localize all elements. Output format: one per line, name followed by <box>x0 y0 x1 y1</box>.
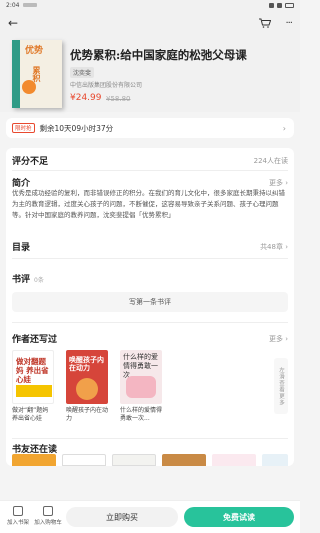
intro-text: 优秀是成功经验的复利，而非错误修正的积分。在我们的育儿文化中，很多家庭长期秉持以… <box>12 189 285 219</box>
author-tag[interactable]: 沈奕斐 <box>70 67 95 78</box>
work-item[interactable]: 什么样的爱情得勇敢一次 什么样的爱情得勇敢一次... <box>120 350 162 423</box>
original-price: ¥58.80 <box>106 95 131 103</box>
friend-book-cover[interactable] <box>62 454 106 466</box>
works-more-link[interactable]: 更多 › <box>269 334 288 344</box>
divider <box>12 258 288 259</box>
work-cover: 做对翻题妈 养出省心娃 <box>12 350 54 404</box>
friend-book-cover[interactable] <box>212 454 256 466</box>
work-cover-title: 唤醒孩子内在动力 <box>69 356 104 372</box>
cart-icon[interactable] <box>259 18 272 28</box>
work-cover-title: 做对翻题妈 养出省心娃 <box>16 357 49 384</box>
book-title: 优势累积:给中国家庭的松弛父母课 <box>70 48 247 62</box>
divider <box>12 322 288 323</box>
friend-book-cover[interactable] <box>112 454 156 466</box>
work-name: 什么样的爱情得勇敢一次... <box>120 407 163 422</box>
battery-icon <box>285 2 294 8</box>
divider <box>12 170 288 171</box>
friend-book-cover[interactable] <box>262 454 288 466</box>
work-item[interactable]: 唤醒孩子内在动力 唤醒孩子内在动力 <box>66 350 108 423</box>
friends-reading-list <box>6 454 294 466</box>
work-cover-art <box>76 378 98 400</box>
reviews-title: 书评 0条 <box>12 272 44 285</box>
author-works-list: 做对翻题妈 养出省心娃 做对“翻”题妈 养出省心娃 唤醒孩子内在动力 唤醒孩子内… <box>12 350 288 432</box>
works-title: 作者还写过 <box>12 335 58 345</box>
cover-orange-art <box>22 80 36 94</box>
add-to-cart-button[interactable]: 加入购物车 <box>34 506 62 526</box>
wifi-icon <box>269 2 274 8</box>
add-to-shelf-button[interactable]: 加入书架 <box>4 506 32 526</box>
swipe-more-hint[interactable]: 左滑查看更多 <box>274 358 288 414</box>
work-name: 做对“翻”题妈 养出省心娃 <box>12 407 49 422</box>
add-to-cart-label: 加入购物车 <box>34 520 62 526</box>
work-name: 唤醒孩子内在动力 <box>66 407 109 422</box>
write-review-button[interactable]: 写第一条书评 <box>12 292 288 312</box>
status-app-icons <box>23 3 38 7</box>
promo-countdown: 剩余10天09小时37分 <box>39 123 114 133</box>
cover-spine <box>12 40 20 108</box>
free-trial-button[interactable]: 免费试读 <box>184 507 294 527</box>
status-time: 2:04 <box>6 1 20 9</box>
work-cover: 什么样的爱情得勇敢一次 <box>120 350 162 404</box>
bookshelf-icon <box>13 506 23 516</box>
publisher: 中信出版集团股份有限公司 <box>70 82 143 89</box>
work-cover: 唤醒孩子内在动力 <box>66 350 108 404</box>
top-nav-bar: ← ··· <box>0 10 300 36</box>
more-icon[interactable]: ··· <box>285 18 292 29</box>
add-to-shelf-label: 加入书架 <box>6 520 29 526</box>
cart-icon <box>43 506 53 516</box>
toc-title[interactable]: 目录 <box>12 240 30 253</box>
book-cover[interactable]: 优势 累积 <box>12 40 62 108</box>
readers-count: 224人在读 <box>253 157 288 165</box>
signal-icon <box>277 2 282 8</box>
promo-banner[interactable]: 限时抢 剩余10天09小时37分 › <box>6 118 294 138</box>
promo-badge: 限时抢 <box>12 123 35 133</box>
work-cover-art <box>126 376 156 398</box>
book-header: 优势 累积 优势累积:给中国家庭的松弛父母课 沈奕斐 中信出版集团股份有限公司 … <box>0 36 300 112</box>
work-item[interactable]: 做对翻题妈 养出省心娃 做对“翻”题妈 养出省心娃 <box>12 350 54 423</box>
book-info-card: 评分不足 224人在读 简介 更多 › 优秀是成功经验的复利，而非错误修正的积分… <box>6 148 294 466</box>
chevron-right-icon: › <box>282 123 286 133</box>
friend-book-cover[interactable] <box>162 454 206 466</box>
price: ¥24.99 <box>70 93 102 103</box>
buy-now-button[interactable]: 立即购买 <box>66 507 178 527</box>
bottom-action-bar: 加入书架 加入购物车 立即购买 免费试读 <box>0 500 300 533</box>
intro-more-link[interactable]: 更多 › <box>269 178 288 188</box>
toc-count[interactable]: 共48章 › <box>260 242 288 252</box>
reviews-count: 0条 <box>34 277 44 284</box>
reviews-title-text: 书评 <box>12 275 31 285</box>
cover-title-2: 累积 <box>32 66 41 82</box>
rating-label: 评分不足 <box>12 157 49 167</box>
work-cover-art <box>16 385 52 397</box>
friend-book-cover[interactable] <box>12 454 56 466</box>
cover-title-1: 优势 <box>25 46 44 56</box>
status-bar: 2:04 <box>0 0 300 10</box>
divider <box>12 438 288 439</box>
back-arrow-icon[interactable]: ← <box>8 16 18 30</box>
